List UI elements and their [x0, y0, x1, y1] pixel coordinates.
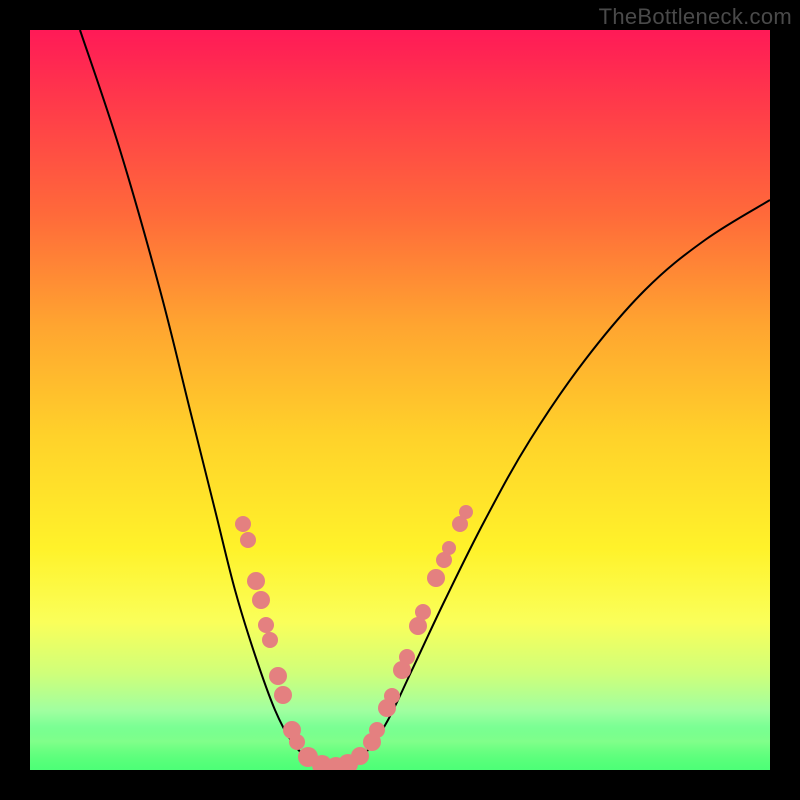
scatter-dot [274, 686, 292, 704]
watermark-label: TheBottleneck.com [599, 4, 792, 30]
scatter-dot [351, 747, 369, 765]
right-curve [335, 200, 770, 768]
curves-group [80, 30, 770, 768]
scatter-dot [240, 532, 256, 548]
chart-frame: TheBottleneck.com [0, 0, 800, 800]
scatter-dot [262, 632, 278, 648]
scatter-dots [235, 505, 473, 770]
scatter-dot [289, 734, 305, 750]
scatter-dot [384, 688, 400, 704]
left-curve [80, 30, 335, 768]
scatter-dot [399, 649, 415, 665]
plot-area [30, 30, 770, 770]
scatter-dot [415, 604, 431, 620]
scatter-dot [252, 591, 270, 609]
scatter-dot [269, 667, 287, 685]
scatter-dot [258, 617, 274, 633]
scatter-dot [247, 572, 265, 590]
scatter-dot [235, 516, 251, 532]
scatter-dot [442, 541, 456, 555]
chart-svg [30, 30, 770, 770]
scatter-dot [427, 569, 445, 587]
scatter-dot [369, 722, 385, 738]
scatter-dot [459, 505, 473, 519]
